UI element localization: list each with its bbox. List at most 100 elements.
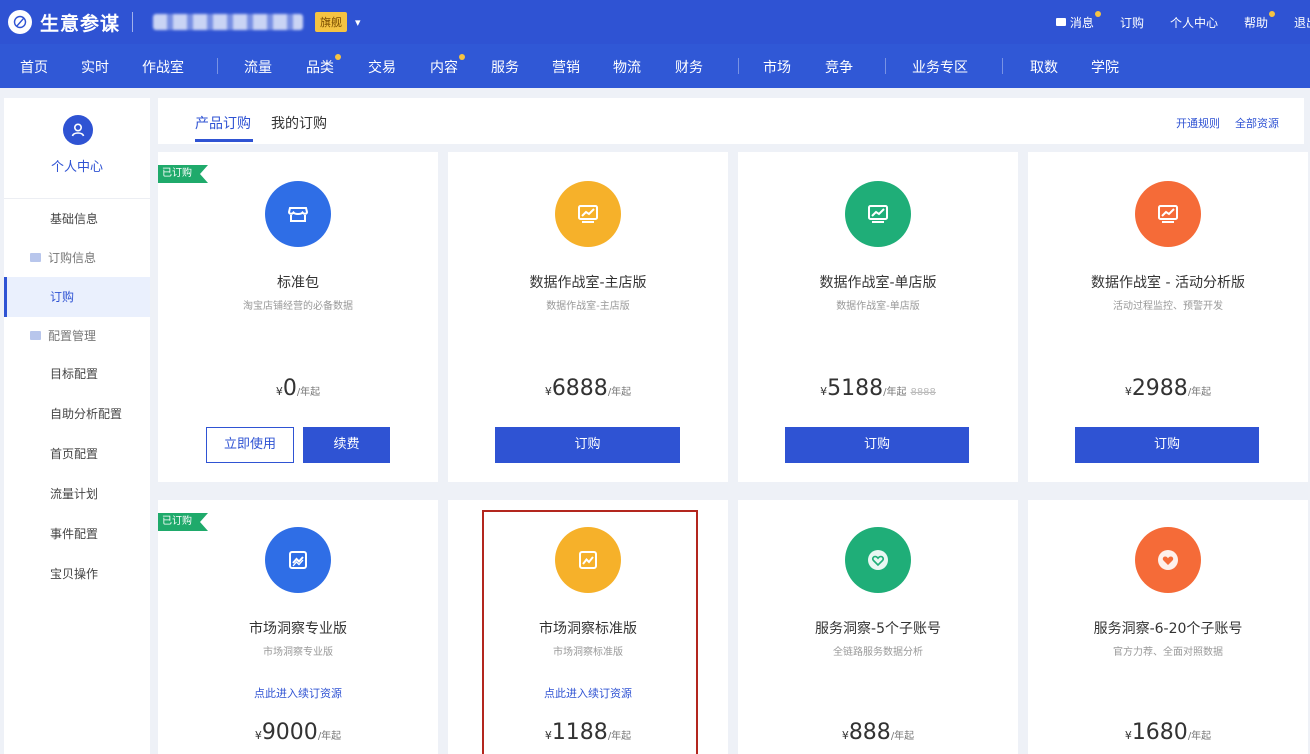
- price-unit: /年起: [317, 731, 342, 742]
- sidebar-group-config[interactable]: 配置管理: [4, 316, 150, 356]
- logout-link[interactable]: 退出: [1294, 14, 1310, 31]
- tab-my-subscriptions[interactable]: 我的订购: [271, 113, 327, 133]
- subscribed-ribbon: 已订购: [158, 165, 208, 183]
- main-nav: 首页 实时 作战室 流量 品类 交易 内容 服务 营销 物流 财务 市场 竞争 …: [0, 44, 1310, 88]
- use-now-button[interactable]: 立即使用: [206, 427, 294, 463]
- nav-category[interactable]: 品类: [306, 54, 341, 77]
- chart-screen-icon: [555, 181, 621, 247]
- price-amount: 1680: [1131, 720, 1188, 745]
- nav-service[interactable]: 服务: [491, 57, 519, 77]
- nav-traffic[interactable]: 流量: [244, 57, 272, 77]
- heart-badge-icon: [1135, 527, 1201, 593]
- nav-business-zone[interactable]: 业务专区: [912, 57, 968, 77]
- renew-resource-link[interactable]: 点此进入续订资源: [158, 685, 438, 701]
- price-unit: /年起: [890, 731, 915, 742]
- price-unit: /年起: [296, 387, 321, 398]
- folder-icon: [30, 331, 41, 340]
- nav-content[interactable]: 内容: [430, 54, 465, 77]
- nav-divider: [738, 58, 739, 74]
- product-price: ¥2988/年起: [1028, 376, 1308, 401]
- sidebar-item-home-config[interactable]: 首页配置: [4, 434, 150, 474]
- price-amount: 888: [848, 720, 891, 745]
- nav-divider: [885, 58, 886, 74]
- renew-button[interactable]: 续费: [303, 427, 390, 463]
- sidebar-item-event-config[interactable]: 事件配置: [4, 514, 150, 554]
- nav-logistics[interactable]: 物流: [613, 57, 641, 77]
- active-tab-indicator: [195, 139, 253, 142]
- product-price: ¥1188/年起: [448, 720, 728, 745]
- chevron-down-icon[interactable]: ▾: [355, 16, 361, 29]
- sidebar-item-subscribe[interactable]: 订购: [4, 277, 150, 317]
- sidebar-item-item-ops[interactable]: 宝贝操作: [4, 554, 150, 594]
- price-unit: /年起: [607, 387, 632, 398]
- sidebar-item-basic-info[interactable]: 基础信息: [4, 199, 150, 239]
- chart-screen-icon: [845, 181, 911, 247]
- messages-link[interactable]: 消息: [1055, 10, 1101, 31]
- store-icon: [265, 181, 331, 247]
- currency: ¥: [1124, 729, 1132, 742]
- currency: ¥: [254, 729, 262, 742]
- nav-market[interactable]: 市场: [763, 57, 791, 77]
- price-amount: 6888: [551, 376, 608, 401]
- nav-realtime[interactable]: 实时: [81, 57, 109, 77]
- price-unit: /年起: [1187, 387, 1212, 398]
- nav-home[interactable]: 首页: [20, 57, 48, 77]
- product-price: ¥0/年起: [158, 376, 438, 401]
- sidebar: 个人中心 基础信息 订购信息 订购 配置管理 目标配置 自助分析配置 首页配置 …: [4, 98, 150, 754]
- subscribe-link[interactable]: 订购: [1120, 14, 1144, 31]
- user-avatar-icon[interactable]: [63, 115, 93, 145]
- sidebar-title: 个人中心: [50, 160, 103, 175]
- subscribe-button[interactable]: 订购: [495, 427, 680, 463]
- folder-icon: [30, 253, 41, 262]
- subscribe-button[interactable]: 订购: [1075, 427, 1259, 463]
- personal-center-link[interactable]: 个人中心: [1170, 14, 1218, 31]
- notification-dot: [1094, 10, 1101, 17]
- sidebar-group-label: 配置管理: [48, 329, 97, 343]
- help-link[interactable]: 帮助: [1243, 10, 1275, 31]
- tab-product-subscribe[interactable]: 产品订购: [195, 113, 251, 133]
- price-unit: /年起: [607, 731, 632, 742]
- all-resources-link[interactable]: 全部资源: [1235, 115, 1279, 131]
- notification-dot: [459, 54, 465, 60]
- messages-label: 消息: [1069, 15, 1094, 30]
- renew-resource-link[interactable]: 点此进入续订资源: [448, 685, 728, 701]
- subscribe-button[interactable]: 订购: [785, 427, 969, 463]
- trend-chart-icon: [265, 527, 331, 593]
- message-icon: [1055, 18, 1066, 26]
- nav-marketing[interactable]: 营销: [552, 57, 580, 77]
- nav-competition[interactable]: 竞争: [825, 57, 853, 77]
- nav-war-room[interactable]: 作战室: [142, 57, 184, 77]
- trend-chart-icon: [555, 527, 621, 593]
- shop-level-badge: 旗舰: [315, 12, 348, 32]
- shop-name-blurred: [153, 14, 304, 30]
- sidebar-item-traffic-plan[interactable]: 流量计划: [4, 474, 150, 514]
- product-title: 数据作战室 - 活动分析版: [1091, 275, 1245, 291]
- subscribed-ribbon: 已订购: [158, 513, 208, 531]
- product-subtitle: 淘宝店铺经营的必备数据: [243, 301, 353, 312]
- activation-rules-link[interactable]: 开通规则: [1176, 115, 1220, 131]
- nav-finance[interactable]: 财务: [675, 57, 703, 77]
- app-title: 生意参谋: [40, 12, 121, 35]
- nav-trade[interactable]: 交易: [368, 57, 396, 77]
- sidebar-item-self-analysis[interactable]: 自助分析配置: [4, 394, 150, 434]
- product-title: 市场洞察专业版: [249, 621, 347, 637]
- sidebar-group-subscription[interactable]: 订购信息: [4, 238, 150, 278]
- chart-screen-icon: [1135, 181, 1201, 247]
- price-amount: 5188: [827, 376, 884, 401]
- heart-badge-icon: [845, 527, 911, 593]
- nav-data-fetch[interactable]: 取数: [1030, 57, 1058, 77]
- help-label: 帮助: [1243, 15, 1268, 30]
- product-title: 服务洞察-5个子账号: [815, 621, 941, 637]
- product-card: 数据作战室-主店版 数据作战室-主店版 ¥6888/年起 订购: [448, 152, 728, 482]
- nav-academy[interactable]: 学院: [1091, 57, 1119, 77]
- nav-content-label: 内容: [430, 60, 458, 76]
- price-amount: 9000: [261, 720, 318, 745]
- currency: ¥: [275, 385, 283, 398]
- price-amount: 1188: [551, 720, 608, 745]
- tab-bar: 产品订购 我的订购 开通规则 全部资源: [158, 98, 1304, 144]
- app-logo[interactable]: 生意参谋: [8, 9, 120, 36]
- product-price: ¥888/年起: [738, 720, 1018, 745]
- price-unit: /年起: [883, 387, 907, 398]
- logo-icon: [8, 10, 32, 34]
- sidebar-item-goal-config[interactable]: 目标配置: [4, 354, 150, 394]
